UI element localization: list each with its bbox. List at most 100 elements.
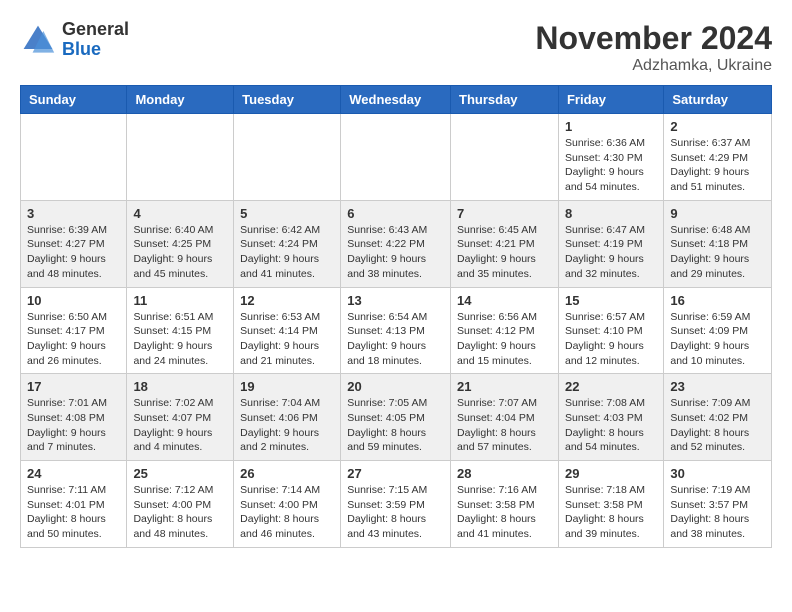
calendar-cell: 8 Sunrise: 6:47 AMSunset: 4:19 PMDaylight…	[558, 200, 663, 287]
day-number: 12	[240, 293, 334, 308]
calendar-day-header: Sunday	[21, 86, 127, 114]
calendar-cell: 25 Sunrise: 7:12 AMSunset: 4:00 PMDayligh…	[127, 461, 234, 548]
day-number: 15	[565, 293, 657, 308]
calendar-cell: 19 Sunrise: 7:04 AMSunset: 4:06 PMDayligh…	[234, 374, 341, 461]
day-number: 6	[347, 206, 444, 221]
calendar-week-row: 17 Sunrise: 7:01 AMSunset: 4:08 PMDayligh…	[21, 374, 772, 461]
calendar-week-row: 1Sunrise: 6:36 AMSunset: 4:30 PMDaylight…	[21, 114, 772, 201]
calendar-cell: 23 Sunrise: 7:09 AMSunset: 4:02 PMDayligh…	[664, 374, 772, 461]
calendar-cell: 6Sunrise: 6:43 AMSunset: 4:22 PMDaylight…	[341, 200, 451, 287]
day-number: 7	[457, 206, 552, 221]
calendar-cell	[234, 114, 341, 201]
day-info: Sunrise: 6:57 AMSunset: 4:10 PMDaylight:…	[565, 310, 657, 369]
day-info: Sunrise: 7:19 AMSunset: 3:57 PMDaylight:…	[670, 483, 765, 542]
day-number: 24	[27, 466, 120, 481]
day-info: Sunrise: 7:09 AMSunset: 4:02 PMDaylight:…	[670, 396, 765, 455]
day-info: Sunrise: 6:36 AMSunset: 4:30 PMDaylight:…	[565, 136, 657, 195]
day-info: Sunrise: 7:04 AMSunset: 4:06 PMDaylight:…	[240, 396, 334, 455]
calendar-cell: 12Sunrise: 6:53 AMSunset: 4:14 PMDayligh…	[234, 287, 341, 374]
day-number: 4	[133, 206, 227, 221]
calendar-day-header: Thursday	[451, 86, 559, 114]
calendar-cell: 15 Sunrise: 6:57 AMSunset: 4:10 PMDayligh…	[558, 287, 663, 374]
logo-text: General Blue	[62, 20, 129, 60]
day-number: 26	[240, 466, 334, 481]
calendar-cell: 5 Sunrise: 6:42 AMSunset: 4:24 PMDaylight…	[234, 200, 341, 287]
day-number: 29	[565, 466, 657, 481]
day-info: Sunrise: 7:05 AMSunset: 4:05 PMDaylight:…	[347, 396, 444, 455]
day-number: 21	[457, 379, 552, 394]
day-number: 8	[565, 206, 657, 221]
day-info: Sunrise: 7:01 AMSunset: 4:08 PMDaylight:…	[27, 396, 120, 455]
calendar-cell: 4 Sunrise: 6:40 AMSunset: 4:25 PMDaylight…	[127, 200, 234, 287]
day-info: Sunrise: 7:15 AMSunset: 3:59 PMDaylight:…	[347, 483, 444, 542]
day-info: Sunrise: 6:45 AMSunset: 4:21 PMDaylight:…	[457, 223, 552, 282]
calendar-day-header: Saturday	[664, 86, 772, 114]
calendar-cell: 14Sunrise: 6:56 AMSunset: 4:12 PMDayligh…	[451, 287, 559, 374]
calendar-cell: 16 Sunrise: 6:59 AMSunset: 4:09 PMDayligh…	[664, 287, 772, 374]
calendar-cell: 3Sunrise: 6:39 AMSunset: 4:27 PMDaylight…	[21, 200, 127, 287]
day-info: Sunrise: 7:11 AMSunset: 4:01 PMDaylight:…	[27, 483, 120, 542]
day-info: Sunrise: 6:37 AMSunset: 4:29 PMDaylight:…	[670, 136, 765, 195]
day-number: 5	[240, 206, 334, 221]
day-info: Sunrise: 6:40 AMSunset: 4:25 PMDaylight:…	[133, 223, 227, 282]
day-number: 18	[133, 379, 227, 394]
day-info: Sunrise: 7:16 AMSunset: 3:58 PMDaylight:…	[457, 483, 552, 542]
calendar-cell: 28 Sunrise: 7:16 AMSunset: 3:58 PMDayligh…	[451, 461, 559, 548]
calendar-cell: 27 Sunrise: 7:15 AMSunset: 3:59 PMDayligh…	[341, 461, 451, 548]
calendar-cell: 1Sunrise: 6:36 AMSunset: 4:30 PMDaylight…	[558, 114, 663, 201]
day-number: 19	[240, 379, 334, 394]
day-info: Sunrise: 7:02 AMSunset: 4:07 PMDaylight:…	[133, 396, 227, 455]
calendar-cell: 22 Sunrise: 7:08 AMSunset: 4:03 PMDayligh…	[558, 374, 663, 461]
day-number: 11	[133, 293, 227, 308]
calendar-cell: 24 Sunrise: 7:11 AMSunset: 4:01 PMDayligh…	[21, 461, 127, 548]
day-info: Sunrise: 7:08 AMSunset: 4:03 PMDaylight:…	[565, 396, 657, 455]
day-number: 23	[670, 379, 765, 394]
calendar-cell: 10 Sunrise: 6:50 AMSunset: 4:17 PMDayligh…	[21, 287, 127, 374]
day-info: Sunrise: 7:14 AMSunset: 4:00 PMDaylight:…	[240, 483, 334, 542]
calendar-day-header: Wednesday	[341, 86, 451, 114]
logo-general-text: General	[62, 20, 129, 40]
calendar-header-row: SundayMondayTuesdayWednesdayThursdayFrid…	[21, 86, 772, 114]
calendar-cell: 17 Sunrise: 7:01 AMSunset: 4:08 PMDayligh…	[21, 374, 127, 461]
day-number: 16	[670, 293, 765, 308]
calendar-cell	[127, 114, 234, 201]
calendar-cell	[451, 114, 559, 201]
calendar-cell: 21Sunrise: 7:07 AMSunset: 4:04 PMDayligh…	[451, 374, 559, 461]
day-info: Sunrise: 7:18 AMSunset: 3:58 PMDaylight:…	[565, 483, 657, 542]
month-title: November 2024	[535, 20, 772, 57]
day-number: 22	[565, 379, 657, 394]
day-number: 20	[347, 379, 444, 394]
day-info: Sunrise: 6:54 AMSunset: 4:13 PMDaylight:…	[347, 310, 444, 369]
day-number: 2	[670, 119, 765, 134]
logo: General Blue	[20, 20, 129, 60]
calendar-cell: 26 Sunrise: 7:14 AMSunset: 4:00 PMDayligh…	[234, 461, 341, 548]
day-number: 28	[457, 466, 552, 481]
calendar-cell: 11 Sunrise: 6:51 AMSunset: 4:15 PMDayligh…	[127, 287, 234, 374]
calendar-cell: 20 Sunrise: 7:05 AMSunset: 4:05 PMDayligh…	[341, 374, 451, 461]
location-title: Adzhamka, Ukraine	[535, 57, 772, 75]
day-info: Sunrise: 6:51 AMSunset: 4:15 PMDaylight:…	[133, 310, 227, 369]
calendar-cell	[21, 114, 127, 201]
day-info: Sunrise: 6:42 AMSunset: 4:24 PMDaylight:…	[240, 223, 334, 282]
calendar-day-header: Friday	[558, 86, 663, 114]
calendar-week-row: 3Sunrise: 6:39 AMSunset: 4:27 PMDaylight…	[21, 200, 772, 287]
calendar-cell: 13 Sunrise: 6:54 AMSunset: 4:13 PMDayligh…	[341, 287, 451, 374]
calendar-day-header: Monday	[127, 86, 234, 114]
day-number: 10	[27, 293, 120, 308]
logo-blue-text: Blue	[62, 40, 129, 60]
day-number: 17	[27, 379, 120, 394]
calendar-cell: 29 Sunrise: 7:18 AMSunset: 3:58 PMDayligh…	[558, 461, 663, 548]
day-number: 13	[347, 293, 444, 308]
day-info: Sunrise: 6:48 AMSunset: 4:18 PMDaylight:…	[670, 223, 765, 282]
calendar-cell: 9 Sunrise: 6:48 AMSunset: 4:18 PMDaylight…	[664, 200, 772, 287]
header: General Blue November 2024 Adzhamka, Ukr…	[20, 20, 772, 75]
logo-icon	[20, 22, 56, 58]
day-info: Sunrise: 6:50 AMSunset: 4:17 PMDaylight:…	[27, 310, 120, 369]
day-info: Sunrise: 6:47 AMSunset: 4:19 PMDaylight:…	[565, 223, 657, 282]
day-number: 27	[347, 466, 444, 481]
day-info: Sunrise: 7:12 AMSunset: 4:00 PMDaylight:…	[133, 483, 227, 542]
calendar-week-row: 10 Sunrise: 6:50 AMSunset: 4:17 PMDayligh…	[21, 287, 772, 374]
day-number: 9	[670, 206, 765, 221]
day-info: Sunrise: 6:59 AMSunset: 4:09 PMDaylight:…	[670, 310, 765, 369]
day-number: 25	[133, 466, 227, 481]
